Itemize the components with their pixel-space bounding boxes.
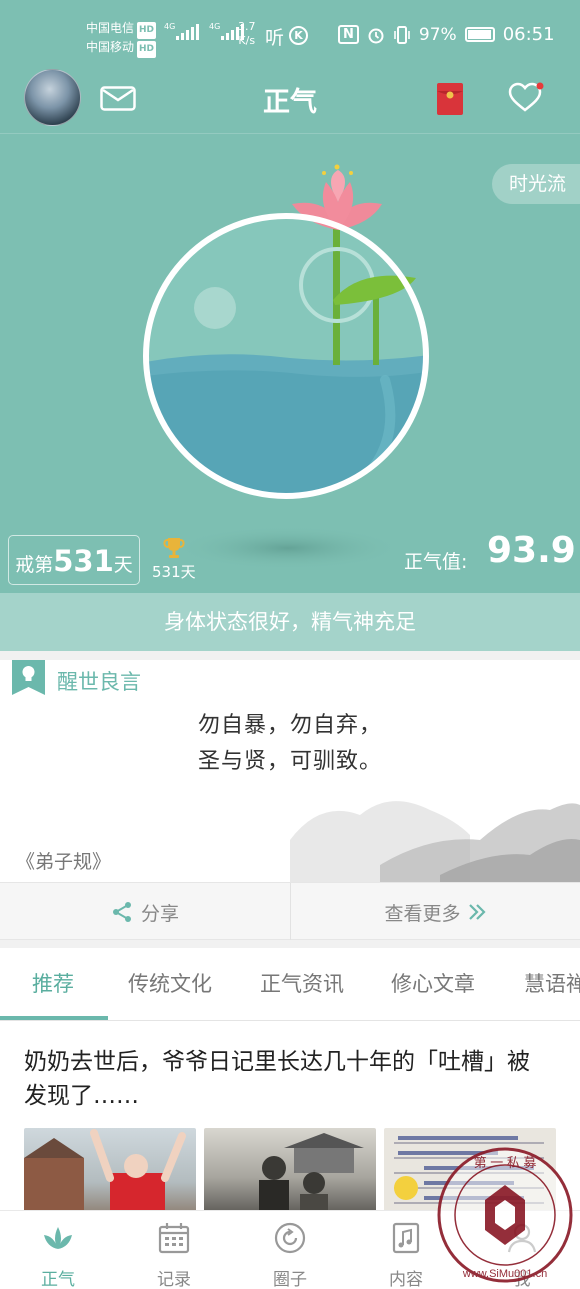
tab-news[interactable]: 正气资讯 (260, 948, 344, 1020)
photo-old-couple (259, 1133, 364, 1218)
page-title: 正气 (263, 87, 317, 118)
music-note-icon (392, 1222, 420, 1254)
nav-label-record: 记录 (157, 1270, 191, 1289)
app-header: 正气 (0, 68, 580, 134)
watermark-seal: 第 一 私 募 www.SiMu001.cn (437, 1147, 573, 1283)
network-speed: 3.7 K/s (238, 20, 256, 48)
view-more-button[interactable]: 查看更多 (291, 883, 580, 941)
carrier-1: 中国电信 (86, 21, 135, 35)
tab-recommend[interactable]: 推荐 (32, 948, 74, 1020)
status-right: N 97% 06:51 (338, 24, 555, 45)
trophy-days: 531天 (152, 563, 196, 581)
nav-label-zhengqi: 正气 (41, 1270, 75, 1289)
streak-unit: 天 (113, 554, 133, 576)
vibrate-icon (394, 25, 410, 44)
photo-elderly-man (24, 1129, 186, 1218)
network-type-2: 4G (209, 22, 221, 31)
timeline-button[interactable]: 时光流 (492, 164, 580, 204)
quote-card: 醒世良言 勿自暴，勿自弃， 圣与贤，可驯致。 《弟子规》 (0, 660, 580, 882)
red-packet-icon[interactable] (437, 83, 463, 115)
quote-actions: 分享 查看更多 (0, 882, 580, 941)
quote-line-2: 圣与贤，可驯致。 (197, 749, 382, 774)
lotus-bowl-illustration (143, 164, 429, 570)
speed-unit: K/s (238, 34, 256, 47)
lightbulb-icon (12, 660, 45, 695)
calendar-icon (158, 1223, 190, 1254)
battery-percent: 97% (418, 24, 457, 45)
favorites-heart-icon[interactable] (508, 82, 544, 114)
streak-counter: 戒第 531 天 (8, 535, 140, 585)
signal-icon: 4G 4G (164, 22, 244, 40)
speed-value: 3.7 (238, 20, 256, 33)
share-button[interactable]: 分享 (0, 883, 290, 941)
hd-badge: HD (137, 22, 157, 39)
score-label: 正气值: (404, 551, 468, 573)
hd-badge: HD (137, 41, 157, 58)
streak-days: 531 (53, 544, 114, 578)
trophy-icon[interactable] (163, 536, 185, 560)
quote-section-title: 醒世良言 (57, 670, 141, 694)
status-message: 身体状态很好，精气神充足 (0, 593, 580, 651)
nav-label-circle: 圈子 (273, 1270, 307, 1289)
tab-zen-quotes[interactable]: 慧语禅 (524, 948, 580, 1020)
tab-traditional-culture[interactable]: 传统文化 (128, 948, 212, 1020)
ting-icon: 听 (265, 27, 285, 49)
network-type-1: 4G (164, 22, 176, 31)
clock: 06:51 (502, 24, 555, 45)
view-more-label: 查看更多 (384, 902, 461, 925)
k-icon: K (289, 26, 308, 45)
quote-text: 勿自暴，勿自弃， 圣与贤，可驯致。 (0, 708, 580, 780)
notification-dot (536, 82, 544, 90)
article-thumbnail-2[interactable] (204, 1128, 376, 1218)
status-bar: 中国电信 HD 中国移动 HD 4G 4G 3.7 K/s 听 K N 97% 06… (0, 0, 580, 70)
quote-line-1: 勿自暴，勿自弃， (197, 713, 382, 738)
alarm-icon (368, 28, 384, 43)
share-label: 分享 (140, 902, 179, 925)
nav-zhengqi[interactable]: 正气 (0, 1211, 116, 1289)
lotus-icon (44, 1227, 72, 1249)
article-title[interactable]: 奶奶去世后，爷爷日记里长达几十年的「吐槽」被发现了…… (24, 1045, 544, 1113)
svg-text:第 一 私 募: 第 一 私 募 (474, 1155, 537, 1170)
nav-circle[interactable]: 圈子 (232, 1211, 348, 1289)
carrier-2: 中国移动 (86, 40, 135, 54)
quote-source: 《弟子规》 (16, 851, 112, 873)
nav-record[interactable]: 记录 (116, 1211, 232, 1289)
circle-refresh-icon (274, 1222, 306, 1254)
score-value: 93.9 (487, 530, 576, 571)
share-icon (112, 902, 131, 922)
carrier-info: 中国电信 HD 中国移动 HD (86, 20, 157, 58)
ink-mountains-decoration (290, 801, 580, 882)
battery-icon (464, 27, 495, 42)
article-thumbnail-1[interactable] (24, 1128, 196, 1218)
section-divider (0, 940, 580, 948)
category-tabs: 推荐 传统文化 正气资讯 修心文章 慧语禅 (0, 948, 580, 1021)
section-divider (0, 651, 580, 660)
svg-text:www.SiMu001.cn: www.SiMu001.cn (462, 1268, 547, 1280)
active-tab-indicator (0, 1016, 108, 1020)
nfc-icon: N (338, 25, 359, 44)
tab-mind-articles[interactable]: 修心文章 (391, 948, 475, 1020)
double-chevron-right-icon (468, 904, 486, 920)
streak-prefix: 戒第 (15, 554, 54, 576)
